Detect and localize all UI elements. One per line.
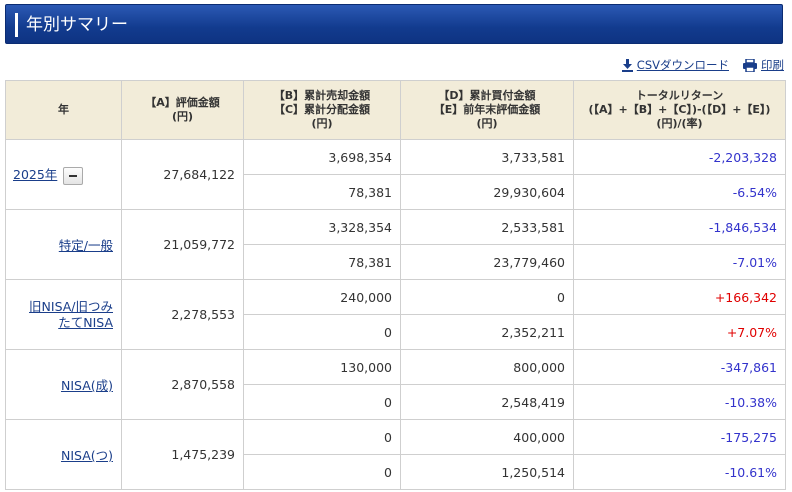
- account-cell: NISA(つ): [5, 419, 122, 490]
- return-pct-cell: -10.38%: [573, 384, 786, 420]
- table-row: 旧NISA/旧つみ たてNISA 2,278,553 240,000 0 +16…: [5, 279, 786, 350]
- account-label-line2: たてNISA: [58, 314, 113, 330]
- return-yen-cell: -2,203,328: [573, 139, 786, 175]
- distribution-cell: 0: [243, 314, 401, 350]
- account-cell: NISA(成): [5, 349, 122, 420]
- header-row: 年 【A】評価金額 (円) 【B】累計売却金額 【C】累計分配金額 (円) 【D…: [5, 80, 786, 140]
- header-de-unit: (円): [476, 117, 498, 130]
- return-yen-cell: -175,275: [573, 419, 786, 455]
- valuation-cell: 2,278,553: [121, 279, 244, 350]
- valuation-cell: 21,059,772: [121, 209, 244, 280]
- page-title-bar: 年別サマリー: [5, 4, 783, 44]
- account-link-old-nisa[interactable]: 旧NISA/旧つみ たてNISA: [29, 299, 113, 330]
- return-yen-cell: -1,846,534: [573, 209, 786, 245]
- header-d-line: 【D】累計買付金額: [438, 89, 536, 102]
- header-tr-unit: (円)/(率): [656, 117, 703, 130]
- yearly-summary-table: 年 【A】評価金額 (円) 【B】累計売却金額 【C】累計分配金額 (円) 【D…: [5, 80, 786, 490]
- valuation-cell: 27,684,122: [121, 139, 244, 210]
- account-cell: 旧NISA/旧つみ たてNISA: [5, 279, 122, 350]
- distribution-cell: 0: [243, 384, 401, 420]
- header-tr-formula: (【A】+【B】+【C】)-(【D】+【E】): [588, 103, 771, 116]
- collapse-button[interactable]: [63, 166, 84, 185]
- prev-valuation-cell: 1,250,514: [400, 454, 574, 490]
- header-tr-line1: トータルリターン: [635, 89, 724, 102]
- bought-cell: 400,000: [400, 419, 574, 455]
- account-cell: 特定/一般: [5, 209, 122, 280]
- bought-cell: 2,533,581: [400, 209, 574, 245]
- account-link-tokutei[interactable]: 特定/一般: [59, 238, 113, 253]
- distribution-cell: 78,381: [243, 244, 401, 280]
- prev-valuation-cell: 23,779,460: [400, 244, 574, 280]
- sold-cell: 3,698,354: [243, 139, 401, 175]
- prev-valuation-cell: 2,352,211: [400, 314, 574, 350]
- header-a-line1: 【A】評価金額: [145, 96, 220, 109]
- header-a-line2: (円): [171, 110, 194, 123]
- sold-cell: 3,328,354: [243, 209, 401, 245]
- account-label-line1: 旧NISA/旧つみ: [29, 298, 113, 314]
- return-yen-cell: +166,342: [573, 279, 786, 315]
- toolbar: CSVダウンロード 印刷: [621, 56, 784, 74]
- header-year-label: 年: [58, 103, 69, 116]
- valuation-cell: 1,475,239: [121, 419, 244, 490]
- header-e-line: 【E】前年末評価金額: [433, 103, 541, 116]
- account-link-nisa-growth[interactable]: NISA(成): [61, 378, 113, 393]
- header-bc-unit: (円): [311, 117, 333, 130]
- prev-valuation-cell: 2,548,419: [400, 384, 574, 420]
- return-pct-cell: -6.54%: [573, 174, 786, 210]
- header-year: 年: [5, 80, 122, 140]
- header-total-return: トータルリターン (【A】+【B】+【C】)-(【D】+【E】) (円)/(率): [573, 80, 786, 140]
- csv-download-link[interactable]: CSVダウンロード: [621, 57, 729, 73]
- return-yen-cell: -347,861: [573, 349, 786, 385]
- bought-cell: 0: [400, 279, 574, 315]
- sold-cell: 0: [243, 419, 401, 455]
- printer-icon: [743, 58, 757, 72]
- account-link-nisa-tsumitate[interactable]: NISA(つ): [61, 448, 113, 463]
- prev-valuation-cell: 29,930,604: [400, 174, 574, 210]
- table-row: NISA(成) 2,870,558 130,000 800,000 -347,8…: [5, 349, 786, 420]
- table-row: 2025年 27,684,122 3,698,354 3,733,581 -2,…: [5, 139, 786, 210]
- header-a: 【A】評価金額 (円): [121, 80, 244, 140]
- download-icon: [621, 58, 633, 72]
- sold-cell: 240,000: [243, 279, 401, 315]
- return-pct-cell: -7.01%: [573, 244, 786, 280]
- return-pct-cell: +7.07%: [573, 314, 786, 350]
- sold-cell: 130,000: [243, 349, 401, 385]
- page-title: 年別サマリー: [26, 15, 128, 35]
- header-c-line: 【C】累計分配金額: [273, 103, 371, 116]
- csv-download-label: CSVダウンロード: [636, 58, 729, 72]
- year-link-2025[interactable]: 2025年: [13, 167, 57, 182]
- bought-cell: 3,733,581: [400, 139, 574, 175]
- header-de: 【D】累計買付金額 【E】前年末評価金額 (円): [400, 80, 574, 140]
- year-cell: 2025年: [5, 139, 122, 210]
- distribution-cell: 0: [243, 454, 401, 490]
- return-pct-cell: -10.61%: [573, 454, 786, 490]
- table-row: 特定/一般 21,059,772 3,328,354 2,533,581 -1,…: [5, 209, 786, 280]
- print-label: 印刷: [761, 58, 784, 72]
- title-accent: [15, 13, 18, 37]
- header-b-line: 【B】累計売却金額: [273, 89, 371, 102]
- header-bc: 【B】累計売却金額 【C】累計分配金額 (円): [243, 80, 401, 140]
- bought-cell: 800,000: [400, 349, 574, 385]
- print-link[interactable]: 印刷: [743, 57, 784, 73]
- table-row: NISA(つ) 1,475,239 0 400,000 -175,275: [5, 419, 786, 490]
- valuation-cell: 2,870,558: [121, 349, 244, 420]
- distribution-cell: 78,381: [243, 174, 401, 210]
